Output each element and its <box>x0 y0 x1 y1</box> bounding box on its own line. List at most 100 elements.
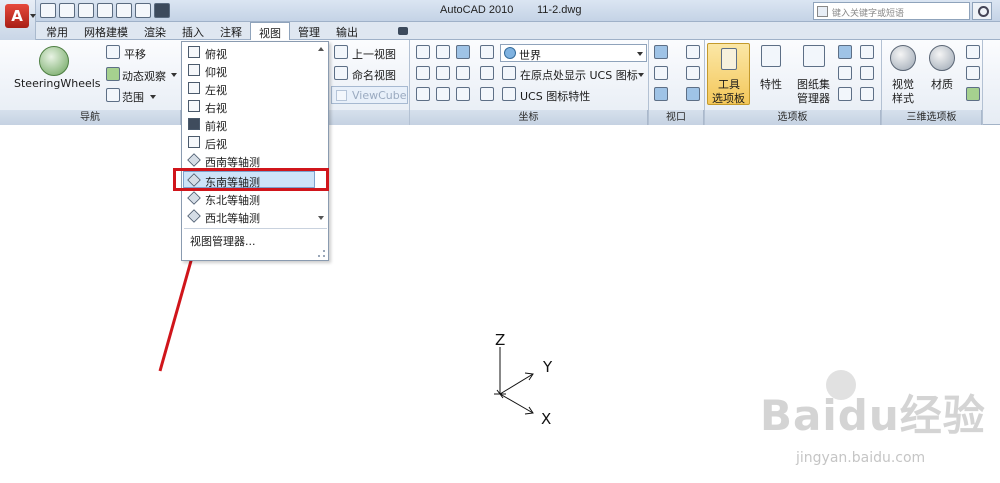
design-center-icon[interactable] <box>838 45 852 59</box>
redo-icon[interactable] <box>116 3 132 18</box>
lights-icon[interactable] <box>966 45 980 59</box>
quickcalc-icon[interactable] <box>838 66 852 80</box>
markup-icon[interactable] <box>860 45 874 59</box>
scroll-up-icon[interactable] <box>318 47 324 51</box>
ucs-face-icon[interactable] <box>480 45 494 59</box>
search-input[interactable]: 键入关键字或短语 <box>813 2 970 20</box>
autocad-logo-icon: A <box>5 4 29 28</box>
annotation-highlight-box <box>173 168 329 191</box>
resize-grip-icon[interactable] <box>318 250 325 257</box>
globe-icon <box>504 47 516 59</box>
right-view-icon <box>188 100 200 112</box>
tool-palettes-button[interactable]: 工具 选项板 <box>707 43 750 105</box>
menu-item-back-view[interactable]: 后视 <box>184 134 314 151</box>
tab-home[interactable]: 常用 <box>38 22 76 40</box>
ucs-x-label: X <box>541 410 552 428</box>
ucs-view-icon[interactable] <box>480 66 494 80</box>
tab-render[interactable]: 渲染 <box>136 22 174 40</box>
viewport-config-icon[interactable] <box>654 45 668 59</box>
named-views-icon[interactable] <box>334 66 348 80</box>
ucs-world-value: 世界 <box>519 49 541 62</box>
ucs-z-icon[interactable] <box>456 87 470 101</box>
sheet-icon[interactable] <box>860 87 874 101</box>
previous-view-label[interactable]: 上一视图 <box>352 46 396 62</box>
viewport-join-icon[interactable] <box>686 66 700 80</box>
show-ucs-origin-icon[interactable] <box>502 66 516 80</box>
command-line-icon[interactable] <box>838 87 852 101</box>
dbconnect-icon[interactable] <box>860 66 874 80</box>
chevron-down-icon[interactable] <box>171 73 177 77</box>
show-ucs-origin-label[interactable]: 在原点处显示 UCS 图标 <box>520 67 638 83</box>
pan-hand-icon[interactable] <box>106 45 120 59</box>
ucs-y-icon[interactable] <box>436 87 450 101</box>
tab-view[interactable]: 视图 <box>250 22 290 40</box>
search-button[interactable] <box>972 2 992 20</box>
sheetset-manager-icon[interactable] <box>803 45 825 67</box>
ucs-3point-icon[interactable] <box>456 66 470 80</box>
ucs-icon[interactable] <box>416 45 430 59</box>
menu-item-top-view[interactable]: 俯视 <box>184 44 314 61</box>
extents-label[interactable]: 范围 <box>122 89 144 105</box>
named-views-label[interactable]: 命名视图 <box>352 67 396 83</box>
materials-label[interactable]: 材质 <box>931 76 953 92</box>
menu-item-label: 东北等轴测 <box>205 194 260 207</box>
sun-properties-icon[interactable] <box>966 87 980 101</box>
ucs-z-axis-icon[interactable] <box>436 66 450 80</box>
visual-styles-icon[interactable] <box>890 45 916 71</box>
menu-item-bottom-view[interactable]: 仰视 <box>184 62 314 79</box>
chevron-down-icon[interactable] <box>638 73 644 77</box>
menu-item-sw-isometric[interactable]: 西南等轴测 <box>184 152 314 169</box>
application-menu-button[interactable]: A <box>0 0 36 40</box>
search-placeholder: 键入关键字或短语 <box>832 9 905 19</box>
ucs-previous-icon[interactable] <box>456 45 470 59</box>
sheetset-label-2[interactable]: 管理器 <box>797 90 830 106</box>
tab-manage[interactable]: 管理 <box>290 22 328 40</box>
properties-label[interactable]: 特性 <box>760 76 782 92</box>
menu-item-front-view[interactable]: 前视 <box>184 116 314 133</box>
minimize-ribbon-icon[interactable] <box>398 27 408 35</box>
steeringwheels-icon[interactable] <box>39 46 69 76</box>
viewport-clip-icon[interactable] <box>654 66 668 80</box>
pan-label[interactable]: 平移 <box>124 46 146 62</box>
tab-output[interactable]: 输出 <box>328 22 366 40</box>
orbit-label[interactable]: 动态观察 <box>122 68 166 84</box>
previous-view-icon[interactable] <box>334 45 348 59</box>
materials-icon[interactable] <box>929 45 955 71</box>
tab-mesh-modeling[interactable]: 网格建模 <box>76 22 136 40</box>
scroll-down-icon[interactable] <box>318 216 324 220</box>
ucs-world-icon[interactable] <box>436 45 450 59</box>
view-manager-item[interactable]: 视图管理器... <box>190 233 256 249</box>
ucs-origin-icon[interactable] <box>416 66 430 80</box>
zoom-extents-icon[interactable] <box>106 88 120 102</box>
ucs-icon-properties-label[interactable]: UCS 图标特性 <box>520 88 590 104</box>
viewport-grid-icon[interactable] <box>686 87 700 101</box>
properties-icon[interactable] <box>761 45 781 67</box>
viewcube-button[interactable]: ViewCube <box>331 86 408 104</box>
customize-qat-icon[interactable] <box>154 3 170 18</box>
tab-insert[interactable]: 插入 <box>174 22 212 40</box>
ucs-icon-properties-icon[interactable] <box>502 87 516 101</box>
open-icon[interactable] <box>59 3 75 18</box>
undo-icon[interactable] <box>97 3 113 18</box>
ucs-object-icon[interactable] <box>480 87 494 101</box>
new-viewport-icon[interactable] <box>686 45 700 59</box>
ucs-world-dropdown[interactable]: 世界 <box>500 44 647 62</box>
orbit-icon[interactable] <box>106 67 120 81</box>
steeringwheels-label[interactable]: SteeringWheels <box>14 77 101 90</box>
print-icon[interactable] <box>135 3 151 18</box>
tool-palettes-icon <box>721 48 737 70</box>
top-view-icon <box>188 46 200 58</box>
save-icon[interactable] <box>78 3 94 18</box>
visual-styles-label-2[interactable]: 样式 <box>892 90 914 106</box>
menu-scrollbar[interactable] <box>316 44 327 224</box>
menu-item-left-view[interactable]: 左视 <box>184 80 314 97</box>
ucs-x-icon[interactable] <box>416 87 430 101</box>
menu-item-right-view[interactable]: 右视 <box>184 98 314 115</box>
menu-item-ne-isometric[interactable]: 东北等轴测 <box>184 190 314 207</box>
advanced-render-icon[interactable] <box>966 66 980 80</box>
tab-annotate[interactable]: 注释 <box>212 22 250 40</box>
viewport-layout-icon[interactable] <box>654 87 668 101</box>
menu-item-nw-isometric[interactable]: 西北等轴测 <box>184 208 314 225</box>
new-icon[interactable] <box>40 3 56 18</box>
chevron-down-icon[interactable] <box>150 95 156 99</box>
